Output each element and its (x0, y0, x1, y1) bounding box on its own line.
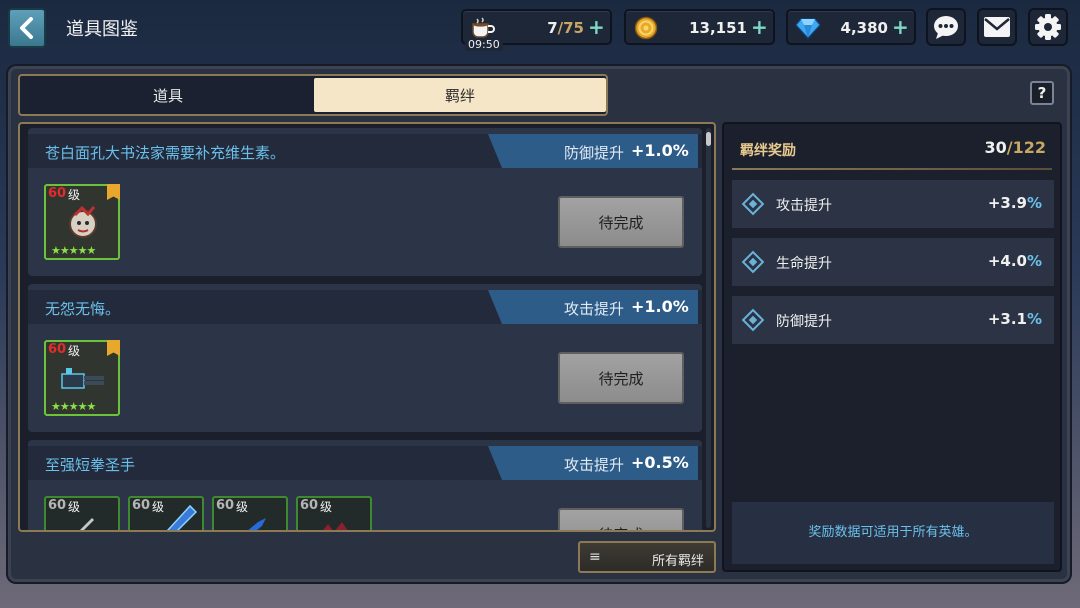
stamina-max: /75 (557, 19, 584, 37)
gem-value: 4,380 (840, 19, 888, 37)
item-level: 60 (300, 498, 319, 513)
chat-button[interactable] (926, 8, 966, 46)
item-level: 60 (132, 498, 151, 513)
item-slot[interactable]: 60 级 (128, 496, 204, 530)
tab-items[interactable]: 道具 (22, 78, 314, 112)
item-level-unit: 级 (152, 500, 165, 514)
bond-list[interactable]: 苍白面孔大书法家需要补充维生素。 防御提升 +1.0% 60 级 ★★★★★ 待… (18, 122, 716, 532)
scrollbar[interactable] (706, 128, 711, 528)
bond-bonus-value: +0.5% (631, 453, 689, 472)
help-button[interactable]: ? (1030, 81, 1054, 105)
mail-button[interactable] (977, 8, 1017, 46)
bond-stat: 防御提升 (564, 144, 625, 162)
gold-counter: 13,151 + (624, 9, 775, 45)
reward-stat-value: +3.1% (987, 310, 1042, 328)
reward-row-defense: 防御提升 +3.1% (732, 296, 1054, 344)
bond-bonus-banner: 防御提升 +1.0% (488, 134, 698, 168)
gold-value: 13,151 (689, 19, 747, 37)
chevron-left-icon (20, 17, 33, 39)
reward-row-attack: 攻击提升 +3.9% (732, 180, 1054, 228)
envelope-icon (984, 17, 1010, 37)
masked-doll-icon (69, 205, 97, 238)
reward-stat-value: +3.9% (987, 194, 1042, 212)
bond-bonus-banner: 攻击提升 +0.5% (488, 446, 698, 480)
add-stamina-button[interactable]: + (588, 17, 605, 37)
reward-stat-value: +4.0% (987, 252, 1042, 270)
item-slot[interactable]: 60 级 (212, 496, 288, 530)
item-slot[interactable]: 60 级 ★★★★★ (44, 184, 120, 260)
item-slot[interactable]: 60 级 (296, 496, 372, 530)
stamina-current: 7 (547, 19, 558, 37)
gatling-gun-icon (61, 368, 104, 389)
settings-button[interactable] (1028, 8, 1068, 46)
bond-card: 苍白面孔大书法家需要补充维生素。 防御提升 +1.0% 60 级 ★★★★★ 待… (28, 128, 702, 276)
bond-card: 无怨无悔。 攻击提升 +1.0% 60 级 ★★★★★ 待完成 (28, 284, 702, 432)
bond-bonus-value: +1.0% (631, 141, 689, 160)
pending-button[interactable]: 待完成 (558, 352, 684, 404)
bookmark-icon (107, 184, 120, 200)
pending-button[interactable]: 待完成 (558, 508, 684, 530)
tab-bar: 道具 羁绊 (18, 74, 608, 116)
all-bonds-button[interactable]: ≡ 所有羁绊 (578, 541, 716, 573)
item-level: 60 (48, 342, 67, 357)
bond-bonus-banner: 攻击提升 +1.0% (488, 290, 698, 324)
bond-name: 苍白面孔大书法家需要补充维生素。 (45, 144, 286, 162)
item-level: 60 (48, 186, 67, 201)
item-level-unit: 级 (320, 500, 333, 514)
reward-stat-name: 生命提升 (776, 256, 832, 272)
page-title: 道具图鉴 (66, 19, 138, 40)
scrollbar-thumb[interactable] (706, 132, 711, 146)
menu-icon: ≡ (589, 549, 601, 565)
gold-coin-icon (632, 14, 660, 42)
reward-row-health: 生命提升 +4.0% (732, 238, 1054, 286)
all-bonds-label: 所有羁绊 (651, 554, 704, 569)
item-level-unit: 级 (68, 188, 81, 202)
diamond-icon (741, 250, 765, 274)
bond-rewards-panel: 羁绊奖励 30/122 攻击提升 +3.9% 生命提升 +4.0% 防御提升 +… (722, 122, 1062, 572)
gem-counter: 4,380 + (786, 9, 916, 45)
rewards-title: 羁绊奖励 (740, 143, 796, 159)
bond-name: 至强短拳圣手 (45, 456, 136, 474)
reward-stat-name: 攻击提升 (776, 198, 832, 214)
item-stars: ★★★★★ (51, 400, 96, 413)
rewards-note: 奖励数据可适用于所有英雄。 (732, 502, 1054, 564)
pending-button[interactable]: 待完成 (558, 196, 684, 248)
back-button[interactable] (8, 8, 46, 48)
bond-name: 无怨无悔。 (45, 300, 121, 318)
bond-stat: 攻击提升 (564, 300, 625, 318)
gear-icon (1035, 14, 1061, 40)
item-slot[interactable]: 60 级 (44, 496, 120, 530)
stamina-timer: 09:50 (465, 38, 503, 51)
item-level-unit: 级 (68, 500, 81, 514)
bookmark-icon (107, 340, 120, 356)
add-gold-button[interactable]: + (751, 17, 768, 37)
reward-stat-name: 防御提升 (776, 314, 832, 330)
blue-gauntlet-icon (166, 504, 198, 530)
item-level: 60 (216, 498, 235, 513)
item-slot[interactable]: 60 级 ★★★★★ (44, 340, 120, 416)
chat-bubble-icon (934, 16, 958, 39)
diamond-icon (741, 308, 765, 332)
item-level-unit: 级 (68, 344, 81, 358)
add-gem-button[interactable]: + (892, 17, 909, 37)
diamond-gem-icon (794, 14, 822, 42)
bond-bonus-value: +1.0% (631, 297, 689, 316)
divider (732, 168, 1052, 170)
item-level-unit: 级 (236, 500, 249, 514)
rewards-count: 30/122 (984, 138, 1046, 157)
red-claw-icon (323, 522, 348, 530)
blue-claw-icon (248, 518, 266, 530)
item-level: 60 (48, 498, 67, 513)
knife-icon (80, 518, 94, 530)
bond-card: 至强短拳圣手 攻击提升 +0.5% 60 级 60 级 60 级 60 级 待完… (28, 440, 702, 530)
diamond-icon (741, 192, 765, 216)
item-stars: ★★★★★ (51, 244, 96, 257)
bond-stat: 攻击提升 (564, 456, 625, 474)
tab-bonds[interactable]: 羁绊 (314, 78, 606, 112)
